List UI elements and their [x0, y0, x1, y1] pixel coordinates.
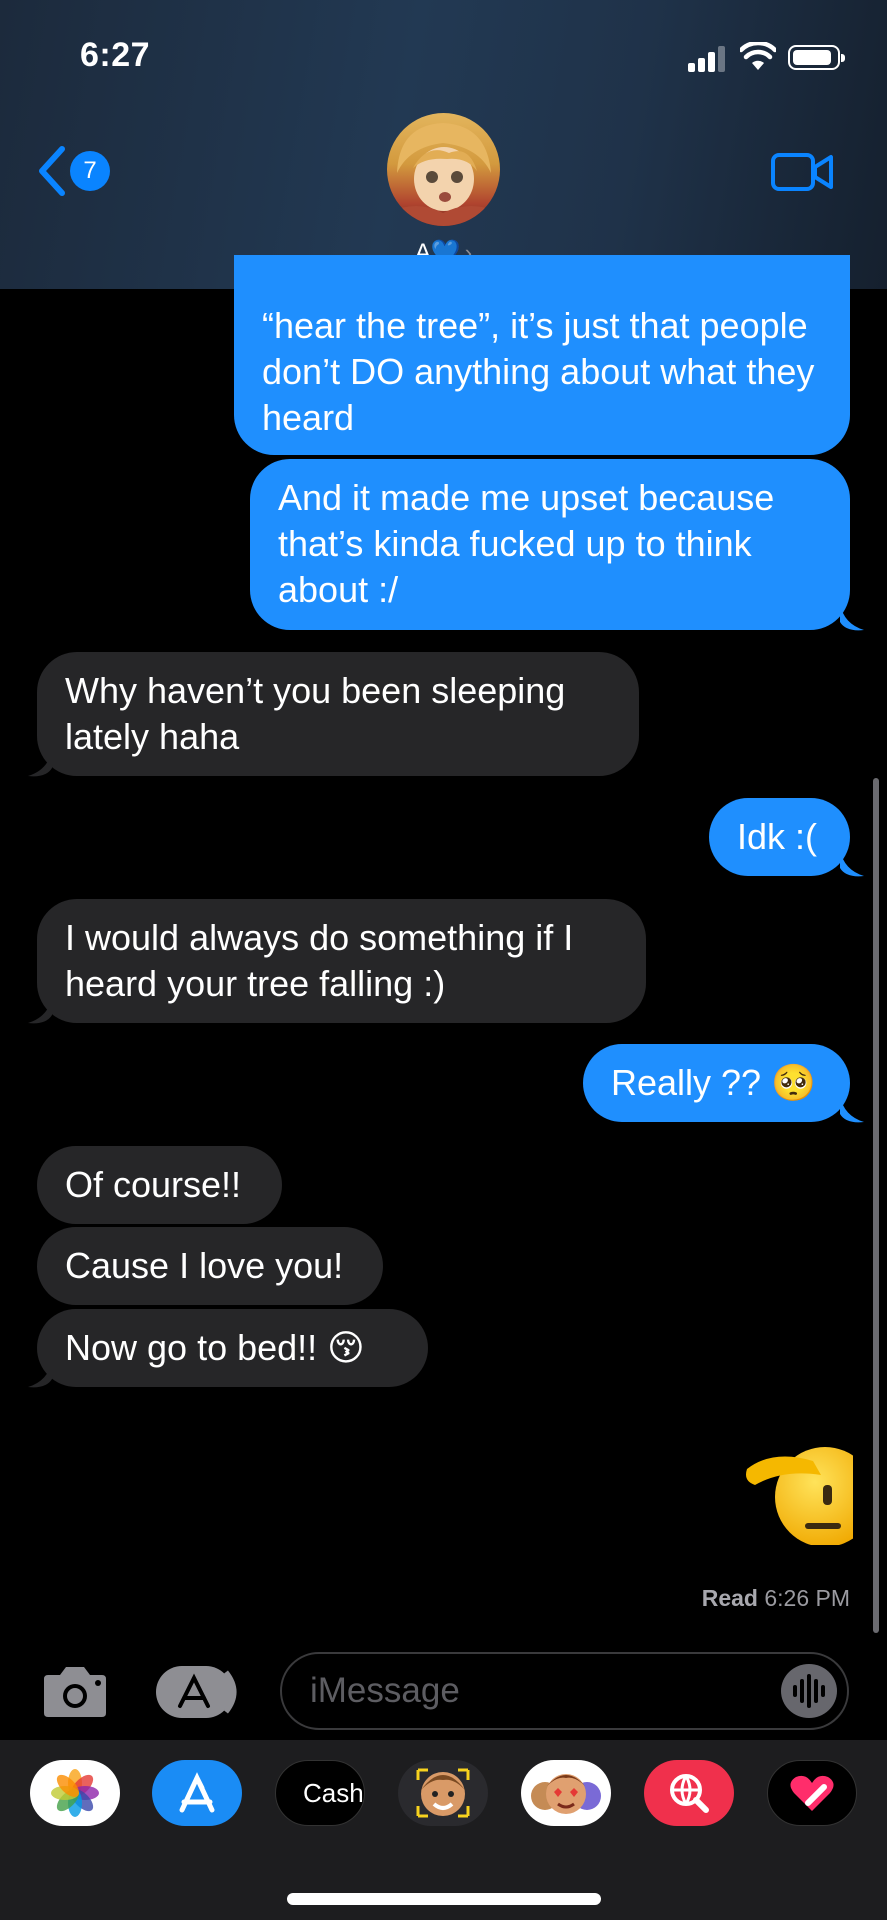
memoji-heart-eyes-icon: [531, 1774, 601, 1814]
avatar-illustration: [387, 123, 500, 226]
app-store-app-icon[interactable]: [152, 1760, 242, 1826]
bubble-tail: [28, 750, 52, 777]
digital-touch-app-icon[interactable]: [767, 1760, 857, 1826]
contact-avatar[interactable]: [387, 113, 500, 226]
saluting-face-emoji-message[interactable]: 🫡: [743, 1435, 875, 1547]
scrollbar[interactable]: [873, 778, 879, 1633]
app-store-apps-button[interactable]: [156, 1666, 242, 1718]
bubble-tail: [28, 997, 52, 1024]
heart-touch-icon: [790, 1775, 834, 1811]
voice-message-button[interactable]: [781, 1664, 837, 1718]
app-store-glyph-icon: [179, 1772, 215, 1813]
home-indicator[interactable]: [287, 1893, 601, 1905]
saluting-face-icon: [746, 1447, 875, 1547]
photos-app-icon[interactable]: [30, 1760, 120, 1826]
bubble-tail: [840, 850, 864, 877]
message-bubble-received[interactable]: Why haven’t you been sleeping lately hah…: [37, 652, 639, 776]
wifi-icon: [740, 42, 776, 70]
status-time: 6:27: [80, 36, 151, 74]
conversation-header: 6:27 7 A💙 ›: [0, 0, 887, 289]
message-bubble-sent[interactable]: And it made me upset because that’s kind…: [250, 459, 850, 630]
memoji-stickers-app-icon[interactable]: [521, 1760, 611, 1826]
apple-cash-app-icon[interactable]: Cash: [275, 1760, 365, 1826]
cellular-signal-icon: [688, 44, 728, 72]
globe-search-icon: [670, 1774, 709, 1813]
waveform-icon: [793, 1674, 825, 1708]
message-bubble-sent[interactable]: Idk :(: [709, 798, 850, 876]
back-button[interactable]: 7: [34, 145, 114, 196]
bubble-tail: [840, 604, 864, 631]
photos-flower-icon: [51, 1769, 99, 1817]
message-bubble-sent[interactable]: “hear the tree”, it’s just that people d…: [234, 255, 850, 455]
message-bubble-sent[interactable]: Really ?? 🥺: [583, 1044, 850, 1122]
message-bubble-received[interactable]: Of course!!: [37, 1146, 282, 1224]
memoji-app-icon[interactable]: [398, 1760, 488, 1826]
bubble-tail: [28, 1361, 52, 1388]
message-bubble-received[interactable]: Cause I love you!: [37, 1227, 383, 1305]
message-input-placeholder: iMessage: [310, 1671, 460, 1710]
message-bubble-received[interactable]: I would always do something if I heard y…: [37, 899, 646, 1023]
read-receipt: Read 6:26 PM: [701, 1585, 850, 1611]
message-bubble-received[interactable]: Now go to bed!! 😚: [37, 1309, 428, 1387]
memoji-face-icon: [416, 1768, 470, 1818]
message-input[interactable]: iMessage: [280, 1652, 849, 1730]
unread-count-badge: 7: [70, 151, 110, 191]
facetime-video-icon[interactable]: [771, 152, 833, 192]
bubble-tail: [840, 1096, 864, 1123]
camera-button[interactable]: [40, 1665, 110, 1719]
web-search-app-icon[interactable]: [644, 1760, 734, 1826]
chevron-left-icon: [39, 146, 65, 196]
battery-icon: [788, 45, 845, 70]
